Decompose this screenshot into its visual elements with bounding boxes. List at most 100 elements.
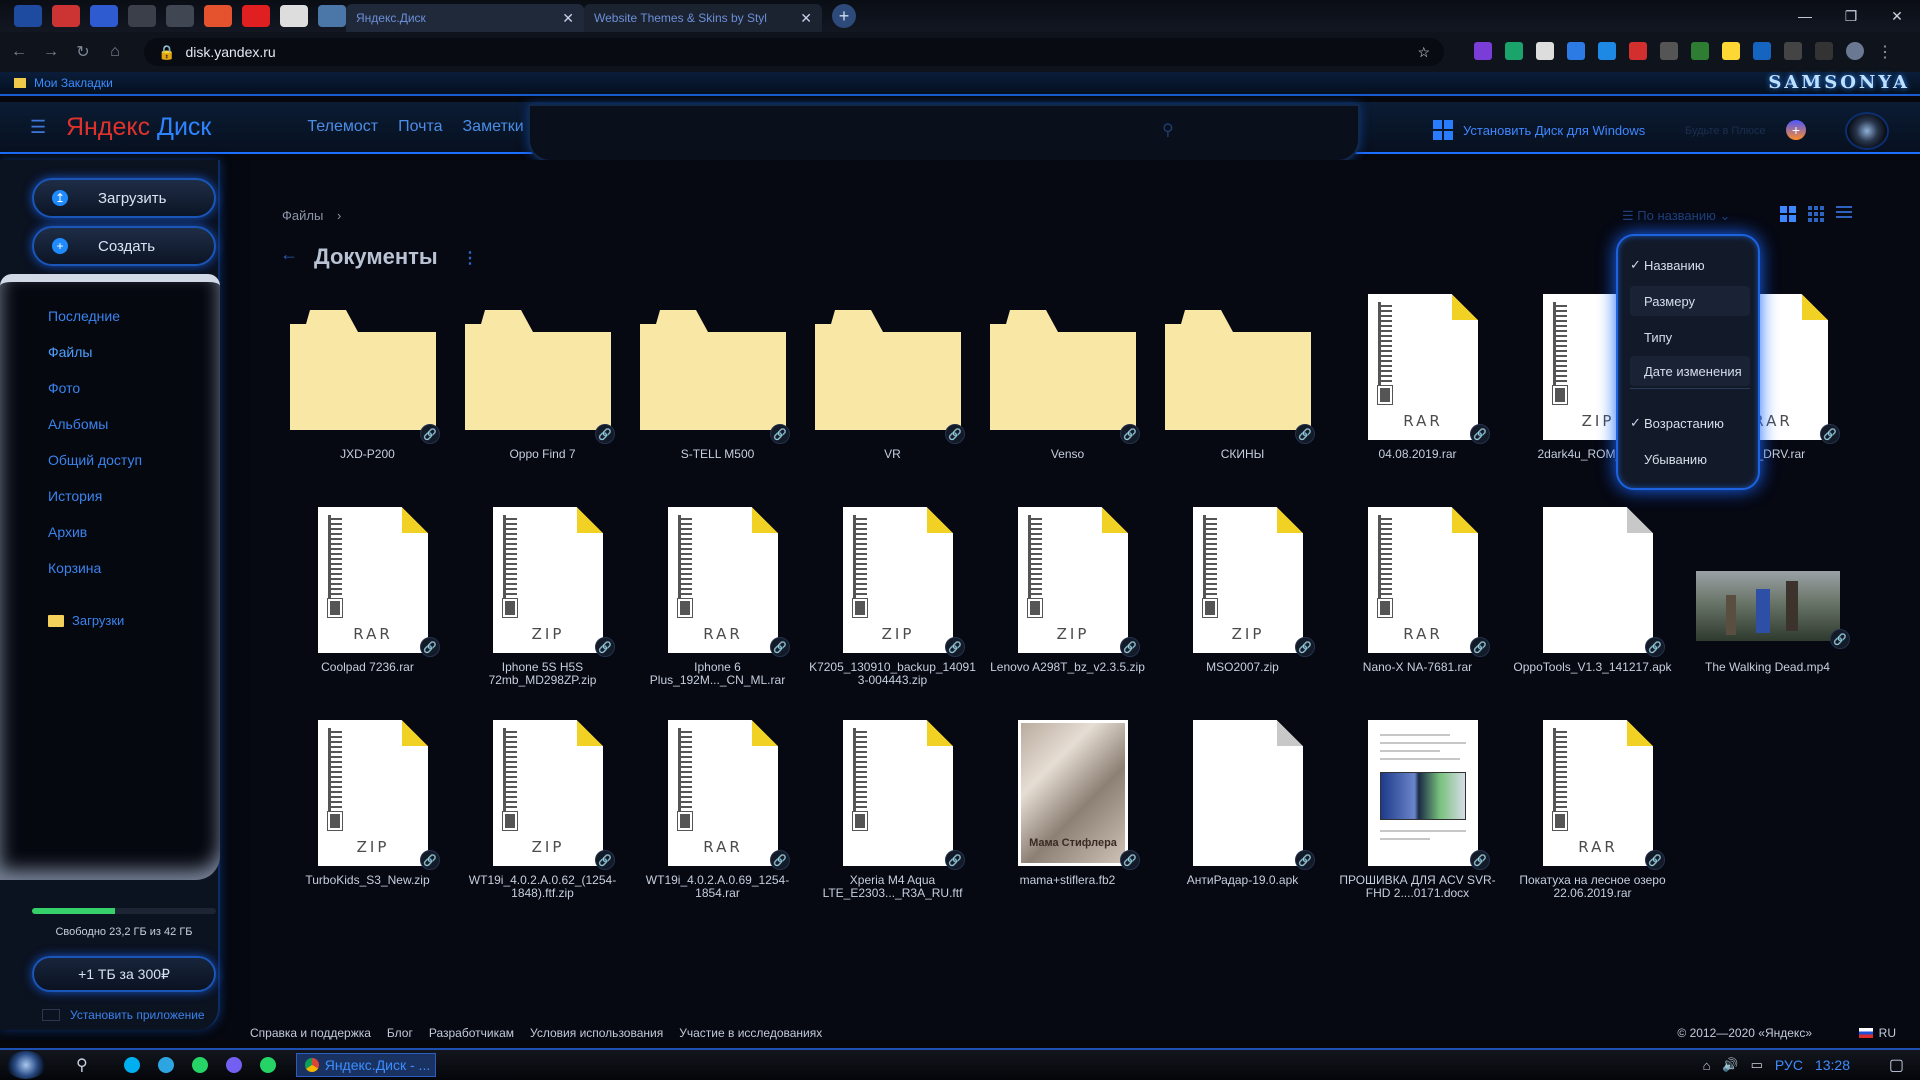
file-item[interactable]: RAR 🔗 Nano-X NA-7681.rar	[1330, 501, 1505, 714]
shared-link-icon[interactable]: 🔗	[1295, 850, 1315, 870]
folder-item[interactable]: 🔗 Venso	[980, 288, 1155, 501]
bookmark-star-icon[interactable]: ☆	[1417, 44, 1430, 61]
reload-button[interactable]: ↻	[70, 42, 96, 62]
home-button[interactable]: ⌂	[102, 43, 128, 61]
sidebar-item-files[interactable]: Файлы	[48, 344, 92, 360]
extension-icon[interactable]	[1474, 42, 1492, 60]
footer-link-terms[interactable]: Условия использования	[530, 1026, 663, 1040]
shared-link-icon[interactable]: 🔗	[595, 424, 615, 444]
tab-close-icon[interactable]: ✕	[562, 10, 574, 27]
forward-button[interactable]: →	[38, 43, 64, 61]
sidebar-item-shared[interactable]: Общий доступ	[48, 452, 142, 468]
pinned-tab-icon[interactable]	[52, 5, 80, 27]
extension-icon[interactable]	[1536, 42, 1554, 60]
shared-link-icon[interactable]: 🔗	[420, 850, 440, 870]
folder-item[interactable]: 🔗 JXD-P200	[280, 288, 455, 501]
large-tiles-view-icon[interactable]	[1780, 206, 1796, 222]
extension-icon[interactable]	[1753, 42, 1771, 60]
pinned-tab-icon[interactable]	[166, 5, 194, 27]
back-button[interactable]: ←	[6, 43, 32, 61]
back-arrow-icon[interactable]: ←	[280, 244, 298, 265]
shared-link-icon[interactable]: 🔗	[770, 424, 790, 444]
nav-mail[interactable]: Почта	[398, 118, 442, 136]
network-icon[interactable]: ⌂	[1703, 1058, 1711, 1073]
extension-icon[interactable]	[1722, 42, 1740, 60]
sidebar-item-history[interactable]: История	[48, 488, 102, 504]
extension-icon[interactable]	[1629, 42, 1647, 60]
shared-link-icon[interactable]: 🔗	[1120, 637, 1140, 657]
start-button[interactable]	[6, 1051, 46, 1079]
footer-link-blog[interactable]: Блог	[387, 1026, 413, 1040]
extension-icon[interactable]	[1815, 42, 1833, 60]
tab-yandex-disk[interactable]: Яндекс.Диск ✕	[346, 4, 584, 32]
file-item[interactable]: ZIP 🔗 Lenovo A298T_bz_v2.3.5.zip	[980, 501, 1155, 714]
shared-link-icon[interactable]: 🔗	[1120, 424, 1140, 444]
pinned-tab-icon[interactable]	[128, 5, 156, 27]
sidebar-item-photo[interactable]: Фото	[48, 380, 80, 396]
yandex-disk-logo[interactable]: Яндекс Диск	[66, 113, 211, 142]
file-item[interactable]: RAR 🔗 Coolpad 7236.rar	[280, 501, 455, 714]
pinned-tab-icon[interactable]	[242, 5, 270, 27]
sidebar-item-trash[interactable]: Корзина	[48, 560, 101, 576]
extension-icon[interactable]	[1598, 42, 1616, 60]
sort-option-type[interactable]: Типу	[1630, 322, 1750, 352]
shared-link-icon[interactable]: 🔗	[1830, 629, 1850, 649]
sort-order-ascending[interactable]: ✓ Возрастанию	[1630, 408, 1750, 438]
list-view-icon[interactable]	[1836, 206, 1852, 222]
shared-link-icon[interactable]: 🔗	[945, 637, 965, 657]
folder-menu-icon[interactable]: ⋮	[462, 248, 478, 268]
language-switcher[interactable]: RU	[1858, 1026, 1896, 1040]
shared-link-icon[interactable]: 🔗	[1645, 637, 1665, 657]
shared-link-icon[interactable]: 🔗	[1820, 424, 1840, 444]
file-item[interactable]: 🔗 The Walking Dead.mp4	[1680, 501, 1855, 714]
shared-link-icon[interactable]: 🔗	[595, 850, 615, 870]
file-item[interactable]: ZIP 🔗 Iphone 5S H5S 72mb_MD298ZP.zip	[455, 501, 630, 714]
folder-item[interactable]: 🔗 СКИНЫ	[1155, 288, 1330, 501]
shared-link-icon[interactable]: 🔗	[420, 637, 440, 657]
battery-icon[interactable]: ▭	[1751, 1057, 1763, 1073]
plus-promo-text[interactable]: Будьте в Плюсе	[1685, 125, 1766, 137]
search-icon[interactable]: ⚲	[1162, 120, 1174, 140]
pinned-tab-icon[interactable]	[280, 5, 308, 27]
pinned-tab-icon[interactable]	[318, 5, 346, 27]
shared-link-icon[interactable]: 🔗	[1120, 850, 1140, 870]
bookmark-folder[interactable]: Мои Закладки	[34, 76, 113, 90]
maximize-button[interactable]: ❐	[1828, 0, 1874, 32]
telegram-icon[interactable]	[157, 1057, 174, 1073]
tab-website-themes[interactable]: Website Themes & Skins by Styl ✕	[584, 4, 822, 32]
avatar[interactable]	[1845, 112, 1889, 150]
nav-notes[interactable]: Заметки	[463, 118, 524, 136]
url-field[interactable]: 🔒 disk.yandex.ru ☆	[144, 38, 1444, 66]
file-item[interactable]: ZIP 🔗 MSO2007.zip	[1155, 501, 1330, 714]
footer-link-developers[interactable]: Разработчикам	[429, 1026, 514, 1040]
minimize-button[interactable]: —	[1782, 0, 1828, 32]
nav-telemost[interactable]: Телемост	[307, 118, 378, 136]
close-window-button[interactable]: ✕	[1874, 0, 1920, 32]
new-tab-button[interactable]: +	[832, 4, 856, 28]
shared-link-icon[interactable]: 🔗	[420, 424, 440, 444]
plus-icon[interactable]: +	[1786, 120, 1806, 140]
file-item[interactable]: ZIP 🔗 K7205_130910_backup_140913-004443.zi…	[805, 501, 980, 714]
small-tiles-view-icon[interactable]	[1808, 206, 1824, 222]
pinned-tab-icon[interactable]	[90, 5, 118, 27]
file-item[interactable]: RAR 🔗 Покатуха на лесное озеро 22.06.2019.…	[1505, 714, 1680, 927]
breadcrumb-files[interactable]: Файлы	[282, 208, 323, 223]
install-windows-link[interactable]: Установить Диск для Windows	[1433, 120, 1645, 140]
folder-item[interactable]: 🔗 S-TELL M500	[630, 288, 805, 501]
tab-close-icon[interactable]: ✕	[800, 10, 812, 27]
shared-link-icon[interactable]: 🔗	[1470, 637, 1490, 657]
shared-link-icon[interactable]: 🔗	[1645, 850, 1665, 870]
file-item[interactable]: RAR 🔗 04.08.2019.rar	[1330, 288, 1505, 501]
shared-link-icon[interactable]: 🔗	[945, 850, 965, 870]
file-item[interactable]: 🔗 АнтиРадар-19.0.apk	[1155, 714, 1330, 927]
sort-option-date[interactable]: Дате изменения	[1630, 356, 1750, 386]
folder-item[interactable]: 🔗 Oppo Find 7	[455, 288, 630, 501]
sidebar-item-archive[interactable]: Архив	[48, 524, 87, 540]
install-app-link[interactable]: Установить приложение	[42, 1008, 205, 1022]
menu-burger-icon[interactable]: ☰	[30, 117, 52, 138]
sidebar-item-downloads[interactable]: Загрузки	[48, 613, 124, 628]
file-item[interactable]: 🔗 OppoTools_V1.3_141217.apk	[1505, 501, 1680, 714]
shared-link-icon[interactable]: 🔗	[945, 424, 965, 444]
viber-icon[interactable]	[225, 1057, 242, 1073]
shared-link-icon[interactable]: 🔗	[1470, 424, 1490, 444]
